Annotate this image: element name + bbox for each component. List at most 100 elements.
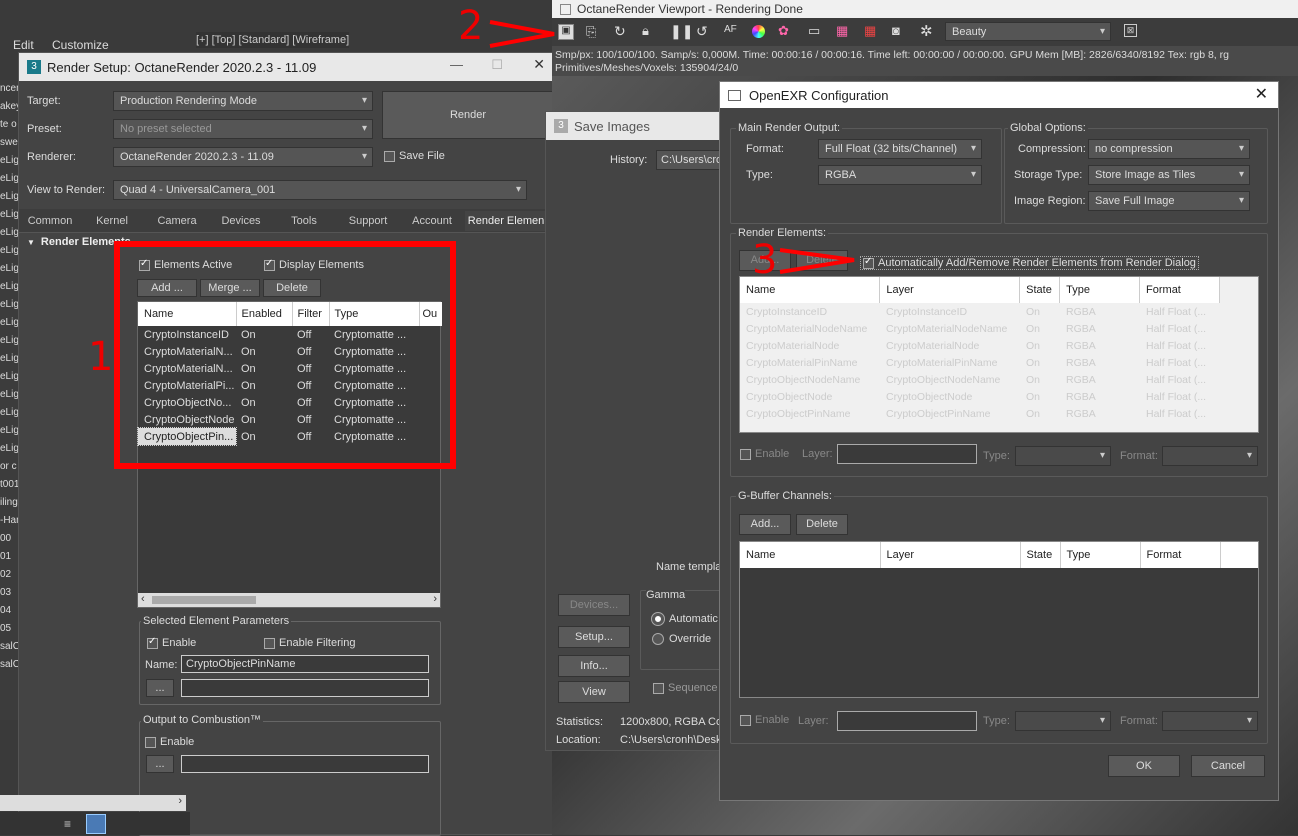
picker-icon[interactable]: ✿	[778, 23, 789, 39]
col-format[interactable]: Format	[1139, 277, 1220, 303]
scene-list-item[interactable]: eLig	[0, 206, 20, 224]
render-button[interactable]: Render	[382, 91, 554, 139]
type-dropdown[interactable]: RGBA	[818, 165, 982, 185]
info-button[interactable]: Info...	[558, 655, 630, 677]
col-type[interactable]: Type	[1060, 542, 1141, 568]
tab-devices[interactable]: Devices	[213, 211, 269, 231]
render-elements-table[interactable]: Name Layer State Type Format CryptoInsta…	[739, 276, 1259, 433]
af-icon[interactable]: AF	[724, 24, 737, 35]
col-name[interactable]: Name	[740, 542, 881, 568]
scroll-right-icon[interactable]: ›	[433, 593, 437, 605]
horizontal-scrollbar[interactable]: ‹ ›	[138, 593, 440, 607]
col-state[interactable]: State	[1019, 277, 1061, 303]
auto-add-checkbox[interactable]: Automatically Add/Remove Render Elements…	[860, 256, 1199, 270]
gamma-override-radio[interactable]: Override	[652, 633, 711, 645]
gbuffer-table[interactable]: Name Layer State Type Format	[739, 541, 1259, 698]
col-state[interactable]: State	[1020, 542, 1061, 568]
clay-icon[interactable]: ▭	[808, 23, 820, 39]
col-layer[interactable]: Layer	[879, 277, 1021, 303]
gb-format-dropdown[interactable]	[1162, 711, 1258, 731]
tab-render-elements[interactable]: Render Elemen	[465, 211, 547, 231]
gb-enable-checkbox[interactable]: Enable	[740, 714, 789, 726]
render-pass-dropdown[interactable]: Beauty	[945, 22, 1111, 41]
scene-list-item[interactable]: swel	[0, 134, 20, 152]
scene-list-item[interactable]: eLig	[0, 404, 20, 422]
re-format-dropdown[interactable]	[1162, 446, 1258, 466]
combustion-enable-checkbox[interactable]: Enable	[145, 736, 194, 748]
combustion-path-input[interactable]	[181, 755, 429, 773]
table-row[interactable]: CryptoMaterialNodeName CryptoMaterialNode…	[740, 320, 1220, 337]
col-layer[interactable]: Layer	[880, 542, 1021, 568]
layers-icon[interactable]: ≡	[64, 817, 78, 831]
scene-list-item[interactable]: eLig	[0, 314, 20, 332]
storage-type-dropdown[interactable]: Store Image as Tiles	[1088, 165, 1250, 185]
menu-customize[interactable]: Customize	[52, 38, 109, 52]
close-icon[interactable]: ✕	[533, 56, 545, 73]
tab-account[interactable]: Account	[403, 211, 461, 231]
scene-list-item[interactable]: eLig	[0, 260, 20, 278]
scene-list-item[interactable]: eLig	[0, 224, 20, 242]
tab-tools[interactable]: Tools	[277, 211, 331, 231]
scene-list-item[interactable]: iling	[0, 494, 20, 512]
scene-list-item[interactable]: akey	[0, 98, 20, 116]
scene-list-item[interactable]: 03	[0, 584, 20, 602]
scene-list-item[interactable]: eLig	[0, 188, 20, 206]
tab-support[interactable]: Support	[339, 211, 397, 231]
save-file-checkbox[interactable]: Save File	[384, 150, 445, 162]
table-row[interactable]: CryptoMaterialPinName CryptoMaterialPinNa…	[740, 354, 1220, 371]
view-button[interactable]: View	[558, 681, 630, 703]
scene-list-item[interactable]: eLig	[0, 278, 20, 296]
scene-list-item[interactable]: eLig	[0, 152, 20, 170]
target-dropdown[interactable]: Production Rendering Mode	[113, 91, 373, 111]
scene-list-item[interactable]: eLig	[0, 242, 20, 260]
scene-list-item[interactable]: -Ham	[0, 512, 20, 530]
scene-list-item[interactable]: eLig	[0, 170, 20, 188]
scene-list-item[interactable]: eLig	[0, 368, 20, 386]
scene-list-item[interactable]: salC	[0, 656, 20, 674]
re-enable-checkbox[interactable]: Enable	[740, 448, 789, 460]
pause-icon[interactable]: ❚❚	[670, 23, 693, 40]
tab-kernel[interactable]: Kernel	[85, 211, 139, 231]
scroll-right-icon[interactable]: ›	[178, 795, 182, 807]
gb-delete-button[interactable]: Delete	[796, 514, 848, 535]
scene-list-item[interactable]: 00	[0, 530, 20, 548]
path-input[interactable]	[181, 679, 429, 697]
view-to-render-dropdown[interactable]: Quad 4 - UniversalCamera_001	[113, 180, 527, 200]
copy-icon[interactable]: ⎘	[586, 24, 596, 40]
cancel-button[interactable]: Cancel	[1191, 755, 1265, 777]
film-icon[interactable]: ▦	[836, 23, 848, 39]
scroll-left-icon[interactable]: ‹	[141, 593, 145, 605]
table-row[interactable]: CryptoObjectNodeName CryptoObjectNodeName…	[740, 371, 1220, 388]
format-dropdown[interactable]: Full Float (32 bits/Channel)	[818, 139, 982, 159]
color-icon[interactable]	[752, 25, 765, 38]
scene-list-item[interactable]: eLig	[0, 296, 20, 314]
scene-list-item[interactable]: ncen	[0, 80, 20, 98]
scene-list-item[interactable]: eLig	[0, 332, 20, 350]
table-row[interactable]: CryptoInstanceID CryptoInstanceID On RGBA Ha…	[740, 303, 1220, 320]
enable-checkbox[interactable]: Enable	[147, 636, 196, 649]
tab-common[interactable]: Common	[23, 211, 77, 231]
scene-list-item[interactable]: eLig	[0, 422, 20, 440]
scene-list-item[interactable]: te o	[0, 116, 20, 134]
restart-icon[interactable]: ↺	[696, 23, 708, 40]
setup-button[interactable]: Setup...	[558, 626, 630, 648]
name-input[interactable]: CryptoObjectPinName	[181, 655, 429, 673]
expand-icon[interactable]: ⊠	[1124, 24, 1137, 37]
preset-dropdown[interactable]: No preset selected	[113, 119, 373, 139]
devices-button[interactable]: Devices...	[558, 594, 630, 616]
scene-list-item[interactable]: eLig	[0, 440, 20, 458]
scene-list-item[interactable]: 02	[0, 566, 20, 584]
table-row[interactable]: CryptoMaterialNode CryptoMaterialNode On RG…	[740, 337, 1220, 354]
enable-filtering-checkbox[interactable]: Enable Filtering	[264, 637, 355, 649]
renderer-dropdown[interactable]: OctaneRender 2020.2.3 - 11.09	[113, 147, 373, 167]
scene-list-item[interactable]: t001	[0, 476, 20, 494]
scene-list-item[interactable]: salC	[0, 638, 20, 656]
col-format[interactable]: Format	[1140, 542, 1221, 568]
compression-dropdown[interactable]: no compression	[1088, 139, 1250, 159]
ok-button[interactable]: OK	[1108, 755, 1180, 777]
camera-icon[interactable]: ◙	[892, 23, 900, 38]
gb-layer-input[interactable]	[837, 711, 977, 731]
viewport-label[interactable]: [+] [Top] [Standard] [Wireframe]	[196, 32, 350, 48]
render-icon[interactable]: ▦	[864, 23, 876, 39]
maximize-icon[interactable]: ☐	[491, 57, 503, 73]
